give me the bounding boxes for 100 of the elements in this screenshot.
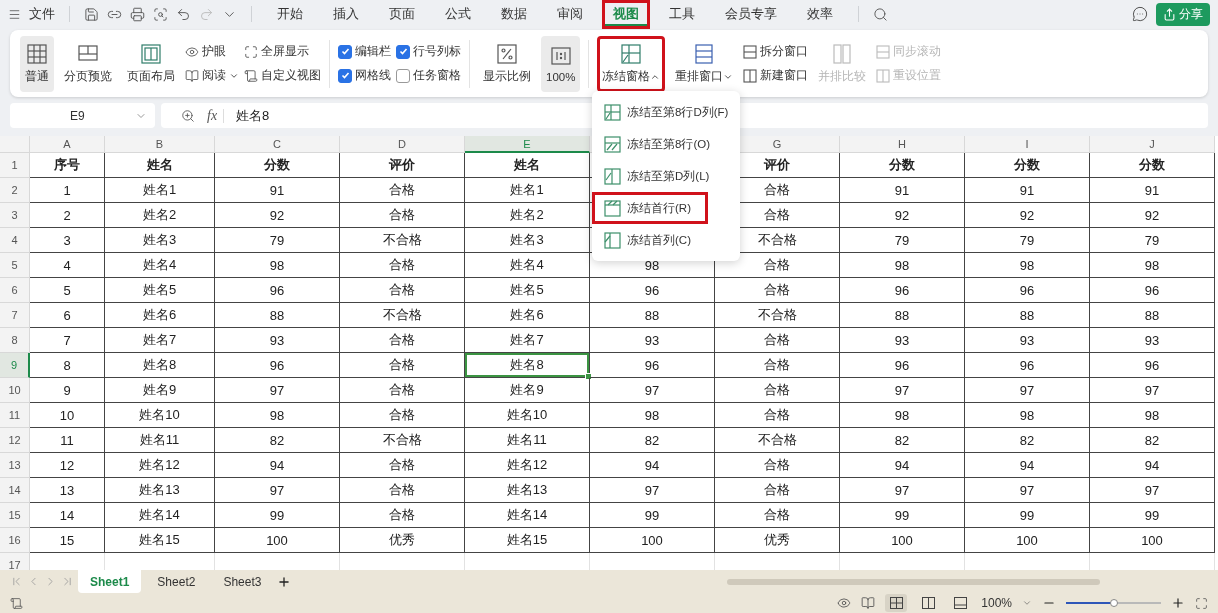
print-icon[interactable] xyxy=(130,6,145,22)
row-header[interactable]: 6 xyxy=(0,278,30,303)
row-header[interactable]: 13 xyxy=(0,453,30,478)
column-header[interactable]: J xyxy=(1090,136,1215,153)
column-header[interactable]: D xyxy=(340,136,465,153)
sheet-tab[interactable]: Sheet3 xyxy=(211,570,274,593)
save-icon[interactable] xyxy=(84,6,99,22)
row-header[interactable]: 12 xyxy=(0,428,30,453)
search-icon[interactable] xyxy=(873,6,888,22)
table-cell: 姓名6 xyxy=(105,303,215,328)
column-header[interactable]: B xyxy=(105,136,215,153)
ribbon-button[interactable]: 100% xyxy=(541,35,581,92)
menu-tab[interactable]: 公式 xyxy=(434,0,482,29)
row-header[interactable]: 9 xyxy=(0,353,30,378)
checkbox[interactable] xyxy=(396,68,410,83)
table-cell: 姓名12 xyxy=(105,453,215,478)
table-cell: 98 xyxy=(965,253,1090,278)
ribbon-button[interactable]: 分页预览 xyxy=(59,35,117,92)
share-button[interactable]: 分享 xyxy=(1156,2,1210,26)
add-sheet-icon[interactable] xyxy=(277,574,292,589)
check-icon xyxy=(398,47,408,56)
row-header[interactable]: 5 xyxy=(0,253,30,278)
menu-tab[interactable]: 插入 xyxy=(322,0,370,29)
row-header[interactable]: 16 xyxy=(0,528,30,553)
sheet-tab[interactable]: Sheet2 xyxy=(145,570,208,593)
view-mode-button[interactable] xyxy=(885,594,908,612)
undo-icon[interactable] xyxy=(176,6,191,22)
table-cell: 88 xyxy=(1090,303,1215,328)
menu-tab[interactable]: 开始 xyxy=(266,0,314,29)
ribbon-button[interactable]: 普通 xyxy=(20,35,54,92)
checkbox[interactable] xyxy=(338,68,352,83)
ribbon-button[interactable]: 全屏显示 xyxy=(244,44,321,59)
ribbon-button[interactable]: 显示比例 xyxy=(478,35,536,92)
row-header[interactable]: 8 xyxy=(0,328,30,353)
menu-tab[interactable]: 页面 xyxy=(378,0,426,29)
ribbon-button[interactable]: 重排窗口 xyxy=(670,35,739,92)
menu-tab[interactable]: 审阅 xyxy=(546,0,594,29)
column-header[interactable]: A xyxy=(30,136,105,153)
chat-icon[interactable] xyxy=(1132,6,1148,22)
table-cell: 姓名2 xyxy=(465,203,590,228)
menu-item[interactable]: 冻结首行(R) xyxy=(592,192,708,224)
row-header[interactable]: 14 xyxy=(0,478,30,503)
table-cell: 姓名15 xyxy=(465,528,590,553)
row-header[interactable]: 11 xyxy=(0,403,30,428)
ribbon-button[interactable]: 新建窗口 xyxy=(743,68,809,83)
zoom-in-icon[interactable] xyxy=(1171,596,1185,610)
zoom-level[interactable]: 100% xyxy=(981,596,1012,610)
row-header[interactable]: 15 xyxy=(0,503,30,528)
ribbon-button[interactable]: 阅读 xyxy=(185,68,239,83)
table-cell: 79 xyxy=(965,228,1090,253)
row-header[interactable]: 7 xyxy=(0,303,30,328)
checkbox[interactable] xyxy=(396,44,410,59)
table-cell: 6 xyxy=(30,303,105,328)
table-cell: 98 xyxy=(965,403,1090,428)
table-cell: 100 xyxy=(215,528,340,553)
print-preview-icon[interactable] xyxy=(153,6,168,22)
menu-tab[interactable]: 效率 xyxy=(796,0,844,29)
sheet-tab[interactable]: Sheet1 xyxy=(78,570,142,593)
table-cell: 98 xyxy=(840,253,965,278)
table-cell: 合格 xyxy=(340,453,465,478)
table-cell: 姓名10 xyxy=(465,403,590,428)
row-header[interactable]: 17 xyxy=(0,553,30,570)
ribbon-button[interactable]: 自定义视图 xyxy=(244,68,321,83)
ribbon-button[interactable]: 冻结窗格 xyxy=(597,35,666,92)
row-header[interactable]: 3 xyxy=(0,203,30,228)
column-header[interactable]: H xyxy=(840,136,965,153)
table-cell: 79 xyxy=(840,228,965,253)
freeze-icon xyxy=(604,167,621,185)
ribbon-button[interactable]: 拆分窗口 xyxy=(743,44,809,59)
table-cell: 合格 xyxy=(715,353,840,378)
row-header[interactable]: 2 xyxy=(0,178,30,203)
row-header[interactable]: 4 xyxy=(0,228,30,253)
table-cell: 姓名3 xyxy=(465,228,590,253)
table-cell: 92 xyxy=(1090,203,1215,228)
table-cell: 姓名8 xyxy=(105,353,215,378)
table-cell: 13 xyxy=(30,478,105,503)
menu-tab[interactable]: 视图 xyxy=(602,0,650,29)
column-header[interactable]: I xyxy=(965,136,1090,153)
slider-thumb[interactable] xyxy=(1109,599,1118,607)
menu-tab[interactable]: 数据 xyxy=(490,0,538,29)
table-cell: 合格 xyxy=(340,253,465,278)
column-header[interactable]: E xyxy=(465,136,590,153)
checkbox[interactable] xyxy=(338,44,352,59)
table-cell: 合格 xyxy=(340,353,465,378)
ribbon-button[interactable]: 页面布局 xyxy=(122,35,180,92)
menu-tab[interactable]: 会员专享 xyxy=(714,0,788,29)
column-header[interactable]: C xyxy=(215,136,340,153)
reading-icon[interactable] xyxy=(861,596,876,610)
menu-tab[interactable]: 工具 xyxy=(658,0,706,29)
table-cell: 姓名7 xyxy=(105,328,215,353)
ribbon-button[interactable]: 护眼 xyxy=(185,44,239,59)
row-header[interactable]: 10 xyxy=(0,378,30,403)
eye-icon[interactable] xyxy=(837,596,852,610)
table-cell: 优秀 xyxy=(715,528,840,553)
row-header[interactable]: 1 xyxy=(0,153,30,178)
name-box[interactable]: E9 xyxy=(10,103,155,128)
column-title: 姓名 xyxy=(105,153,215,178)
file-menu[interactable]: 文件 xyxy=(29,5,55,23)
function-label[interactable]: fx xyxy=(207,107,218,124)
fullscreen-icon[interactable] xyxy=(1195,596,1208,610)
